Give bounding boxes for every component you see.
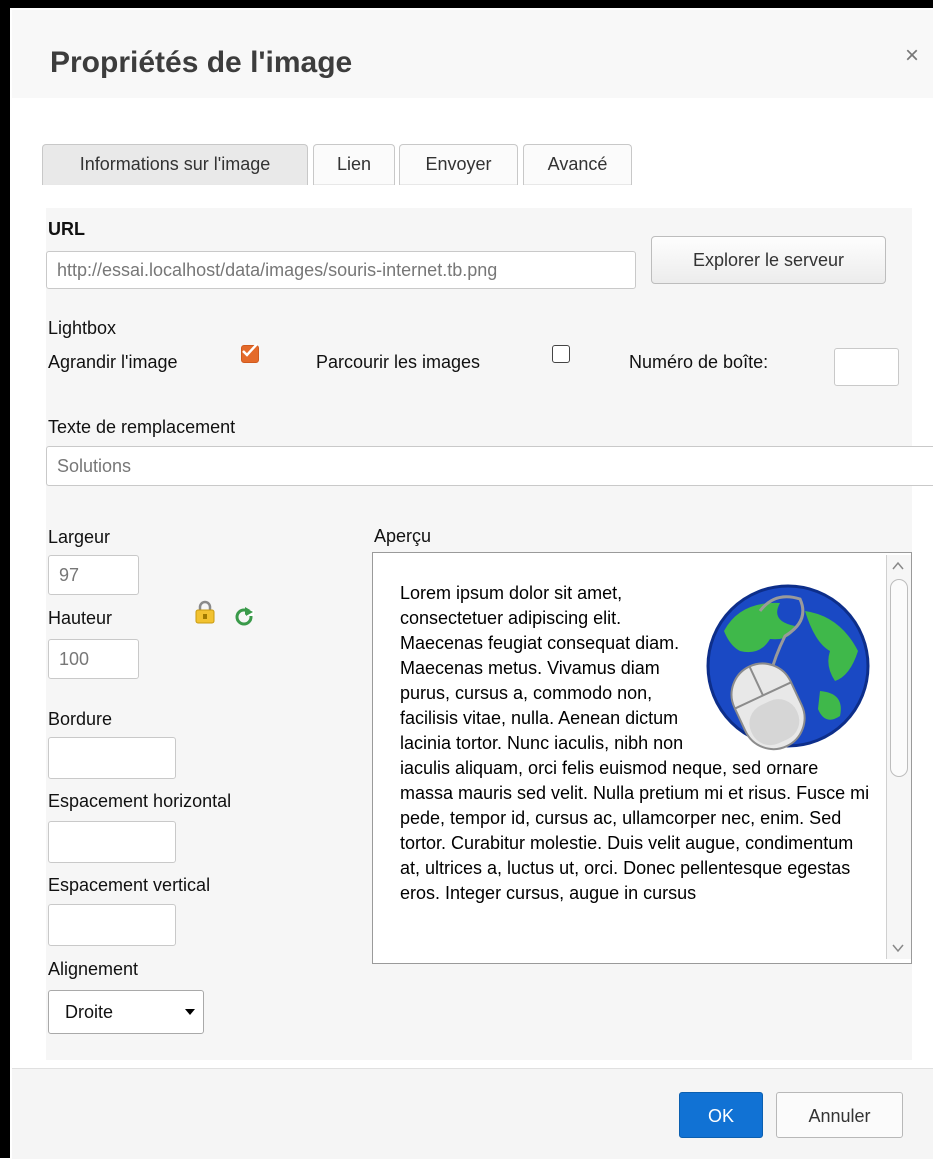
hspace-input[interactable] bbox=[48, 821, 176, 863]
cancel-button[interactable]: Annuler bbox=[776, 1092, 903, 1138]
url-input[interactable]: http://essai.localhost/data/images/souri… bbox=[46, 251, 636, 289]
close-icon[interactable]: × bbox=[905, 44, 919, 68]
checkmark-icon bbox=[242, 343, 258, 357]
height-input[interactable]: 100 bbox=[48, 639, 139, 679]
preview-box: Lorem ipsum dolor sit amet, consectetuer… bbox=[372, 552, 912, 964]
tab-image-info[interactable]: Informations sur l'image bbox=[42, 144, 308, 185]
border-input[interactable] bbox=[48, 737, 176, 779]
tab-upload[interactable]: Envoyer bbox=[399, 144, 518, 185]
browse-images-label: Parcourir les images bbox=[316, 352, 481, 372]
alignment-label: Alignement bbox=[48, 959, 139, 979]
width-input[interactable]: 97 bbox=[48, 555, 139, 595]
browse-images-checkbox[interactable] bbox=[552, 345, 570, 363]
alignment-select[interactable]: Droite bbox=[48, 990, 204, 1034]
enlarge-image-checkbox[interactable] bbox=[241, 343, 259, 363]
lightbox-label: Lightbox bbox=[48, 318, 117, 338]
alt-text-label: Texte de remplacement bbox=[48, 417, 236, 437]
box-number-input[interactable] bbox=[834, 348, 899, 386]
screenshot-frame: Propriétés de l'image × Informations sur… bbox=[0, 0, 933, 1159]
scroll-down-icon[interactable] bbox=[892, 943, 904, 953]
width-label: Largeur bbox=[48, 527, 111, 547]
hspace-label: Espacement horizontal bbox=[48, 791, 232, 811]
tab-link[interactable]: Lien bbox=[313, 144, 395, 185]
scrollbar-thumb[interactable] bbox=[890, 579, 908, 777]
alt-text-input[interactable]: Solutions bbox=[46, 446, 933, 486]
vspace-label: Espacement vertical bbox=[48, 875, 211, 895]
alignment-value: Droite bbox=[65, 1002, 114, 1022]
reset-size-icon[interactable] bbox=[234, 606, 254, 626]
box-number-label: Numéro de boîte: bbox=[629, 352, 769, 372]
chevron-down-icon bbox=[185, 1009, 195, 1015]
window-border-left bbox=[0, 0, 10, 1158]
border-label: Bordure bbox=[48, 709, 113, 729]
ok-button[interactable]: OK bbox=[679, 1092, 763, 1138]
window-border-top bbox=[0, 0, 933, 8]
scroll-up-icon[interactable] bbox=[892, 561, 904, 571]
tab-advanced[interactable]: Avancé bbox=[523, 144, 632, 185]
height-label: Hauteur bbox=[48, 608, 113, 628]
lock-icon[interactable] bbox=[194, 600, 216, 624]
browse-server-button[interactable]: Explorer le serveur bbox=[651, 236, 886, 284]
enlarge-image-label: Agrandir l'image bbox=[48, 352, 178, 372]
preview-scrollbar[interactable] bbox=[886, 555, 911, 959]
preview-label: Aperçu bbox=[374, 526, 432, 546]
url-label: URL bbox=[48, 219, 85, 239]
preview-text-area: Lorem ipsum dolor sit amet, consectetuer… bbox=[400, 581, 870, 906]
vspace-input[interactable] bbox=[48, 904, 176, 946]
dialog-title: Propriétés de l'image bbox=[50, 46, 353, 79]
globe-mouse-image bbox=[700, 581, 870, 751]
